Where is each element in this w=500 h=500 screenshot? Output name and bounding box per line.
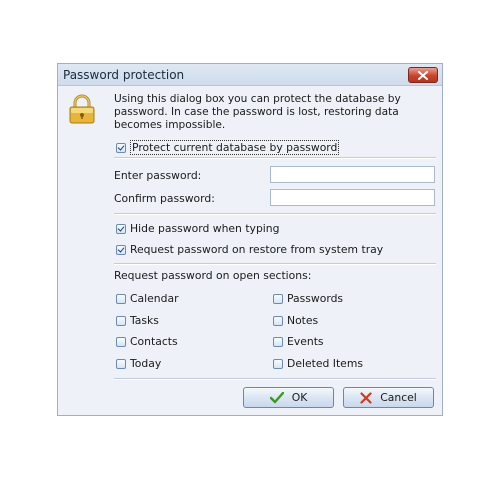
request-on-restore-checkbox-box[interactable] bbox=[116, 244, 126, 255]
separator bbox=[114, 213, 436, 215]
hide-password-label: Hide password when typing bbox=[130, 222, 280, 235]
cancel-button[interactable]: Cancel bbox=[343, 387, 434, 408]
sections-label: Request password on open sections: bbox=[114, 269, 312, 282]
section-tasks-checkbox-box[interactable] bbox=[116, 315, 126, 326]
close-button[interactable] bbox=[408, 67, 438, 83]
section-contacts-label: Contacts bbox=[130, 335, 178, 348]
section-passwords-checkbox[interactable]: Passwords bbox=[273, 292, 343, 305]
section-passwords-label: Passwords bbox=[287, 292, 344, 305]
hide-password-checkbox-box[interactable] bbox=[116, 223, 126, 234]
section-contacts-checkbox-box[interactable] bbox=[116, 336, 126, 347]
protect-database-checkbox-box[interactable] bbox=[116, 142, 126, 153]
protect-database-label: Protect current database by password bbox=[130, 140, 340, 155]
section-calendar-label: Calendar bbox=[130, 292, 179, 305]
close-icon bbox=[418, 70, 428, 80]
section-tasks-checkbox[interactable]: Tasks bbox=[116, 314, 159, 327]
dialog-title: Password protection bbox=[63, 67, 185, 82]
section-events-checkbox[interactable]: Events bbox=[273, 335, 324, 348]
ok-button-label: OK bbox=[291, 391, 308, 404]
section-notes-label: Notes bbox=[287, 314, 319, 327]
confirm-password-field[interactable] bbox=[270, 189, 435, 206]
password-protection-dialog: Password protection Using this dialog bo… bbox=[57, 63, 443, 416]
enter-password-field[interactable] bbox=[270, 166, 435, 183]
section-today-label: Today bbox=[130, 357, 162, 370]
section-notes-checkbox[interactable]: Notes bbox=[273, 314, 318, 327]
lock-icon bbox=[69, 94, 95, 124]
confirm-password-label: Confirm password: bbox=[114, 192, 215, 205]
section-events-checkbox-box[interactable] bbox=[273, 336, 283, 347]
section-calendar-checkbox-box[interactable] bbox=[116, 293, 126, 304]
cancel-button-label: Cancel bbox=[380, 391, 417, 404]
section-tasks-label: Tasks bbox=[130, 314, 159, 327]
ok-button[interactable]: OK bbox=[243, 387, 334, 408]
section-deleted-items-label: Deleted Items bbox=[287, 357, 363, 370]
section-passwords-checkbox-box[interactable] bbox=[273, 293, 283, 304]
intro-text: Using this dialog box you can protect th… bbox=[114, 93, 401, 131]
title-bar[interactable]: Password protection bbox=[58, 64, 442, 86]
enter-password-label: Enter password: bbox=[114, 169, 202, 182]
section-today-checkbox-box[interactable] bbox=[116, 358, 126, 369]
request-on-restore-checkbox[interactable]: Request password on restore from system … bbox=[116, 243, 383, 256]
section-events-label: Events bbox=[287, 335, 324, 348]
checkmark-icon bbox=[269, 391, 284, 403]
separator bbox=[114, 157, 436, 159]
section-calendar-checkbox[interactable]: Calendar bbox=[116, 292, 179, 305]
section-today-checkbox[interactable]: Today bbox=[116, 357, 161, 370]
section-contacts-checkbox[interactable]: Contacts bbox=[116, 335, 178, 348]
separator bbox=[114, 263, 436, 265]
hide-password-checkbox[interactable]: Hide password when typing bbox=[116, 222, 280, 235]
section-notes-checkbox-box[interactable] bbox=[273, 315, 283, 326]
section-deleted-items-checkbox[interactable]: Deleted Items bbox=[273, 357, 363, 370]
separator bbox=[114, 378, 436, 380]
cross-icon bbox=[360, 391, 372, 404]
protect-database-checkbox[interactable]: Protect current database by password bbox=[116, 140, 340, 155]
request-on-restore-label: Request password on restore from system … bbox=[130, 243, 384, 256]
section-deleted-items-checkbox-box[interactable] bbox=[273, 358, 283, 369]
